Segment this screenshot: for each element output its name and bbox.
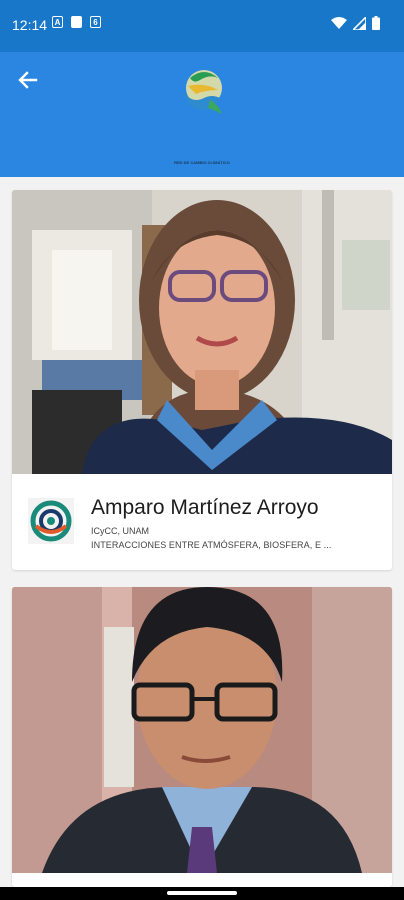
researcher-photo <box>12 587 392 873</box>
arrow-left-icon <box>18 71 38 89</box>
researcher-list[interactable]: Amparo Martínez Arroyo ICyCC, UNAM INTER… <box>0 177 404 887</box>
back-button[interactable] <box>14 66 42 94</box>
app-bar: RED DE CAMBIO CLIMÁTICO <box>0 52 404 177</box>
home-gesture-handle[interactable] <box>167 891 237 895</box>
sd-card-icon <box>71 16 82 28</box>
status-system-icons <box>331 16 380 30</box>
researcher-photo <box>12 190 392 474</box>
researcher-research-area: INTERACCIONES ENTRE ATMÓSFERA, BIOSFERA,… <box>91 540 332 550</box>
status-notification-icons: A 6 <box>52 16 101 28</box>
network-logo <box>184 70 222 114</box>
notification-a-icon: A <box>52 16 63 28</box>
signal-icon <box>353 16 366 30</box>
researcher-card[interactable]: Amparo Martínez Arroyo ICyCC, UNAM INTER… <box>12 190 392 570</box>
institute-logo <box>28 498 74 544</box>
researcher-affiliation: ICyCC, UNAM <box>91 526 149 536</box>
researcher-name: Amparo Martínez Arroyo <box>91 496 319 519</box>
logo-caption: RED DE CAMBIO CLIMÁTICO <box>174 160 230 165</box>
researcher-card[interactable] <box>12 587 392 887</box>
wifi-icon <box>331 16 347 29</box>
sync-icon: 6 <box>90 16 101 28</box>
status-bar: 12:14 A 6 <box>0 0 404 52</box>
status-time: 12:14 <box>12 17 48 33</box>
battery-icon <box>372 16 380 30</box>
researcher-info: Amparo Martínez Arroyo ICyCC, UNAM INTER… <box>12 474 392 570</box>
